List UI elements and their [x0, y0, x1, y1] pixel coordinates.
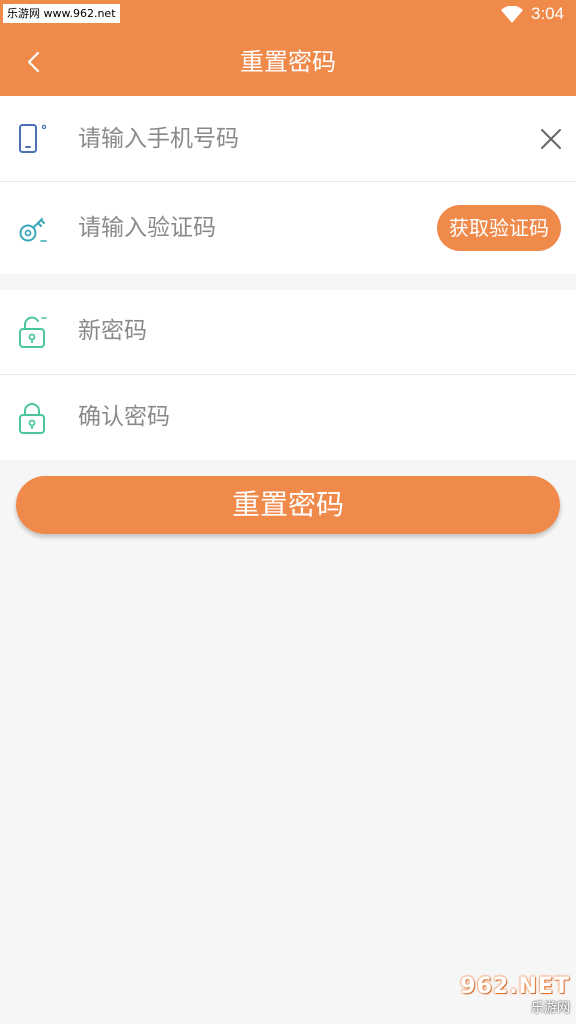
watermark-logo: 962.NET 乐游网: [436, 974, 570, 1020]
divider: [0, 181, 576, 182]
phone-input[interactable]: [78, 124, 418, 154]
divider: [0, 374, 576, 375]
verification-code-input[interactable]: [78, 213, 418, 243]
back-button[interactable]: [16, 42, 56, 82]
status-bar: 乐游网 www.962.net 3:04: [0, 0, 576, 28]
watermark-sub-text: 乐游网: [530, 1001, 570, 1016]
reset-password-button[interactable]: 重置密码: [16, 476, 560, 534]
chevron-left-icon: [27, 51, 40, 73]
watermark-text: 乐游网 www.962.net: [3, 4, 120, 23]
phone-icon: [19, 124, 47, 153]
confirm-password-input[interactable]: [78, 402, 418, 432]
close-icon[interactable]: [538, 126, 564, 152]
reset-password-screen: 乐游网 www.962.net 3:04 重置密码 获取验证码: [0, 0, 576, 1024]
page-title: 重置密码: [240, 48, 336, 76]
app-bar: 重置密码: [0, 28, 576, 96]
status-clock: 3:04: [531, 4, 565, 23]
watermark-logo-text: 962.NET: [460, 974, 570, 999]
lock-icon: [19, 316, 47, 348]
get-code-button[interactable]: 获取验证码: [437, 205, 561, 251]
lock-icon: [19, 403, 45, 434]
wifi-icon: [501, 6, 523, 23]
new-password-input[interactable]: [78, 316, 418, 346]
key-icon: [19, 218, 47, 242]
